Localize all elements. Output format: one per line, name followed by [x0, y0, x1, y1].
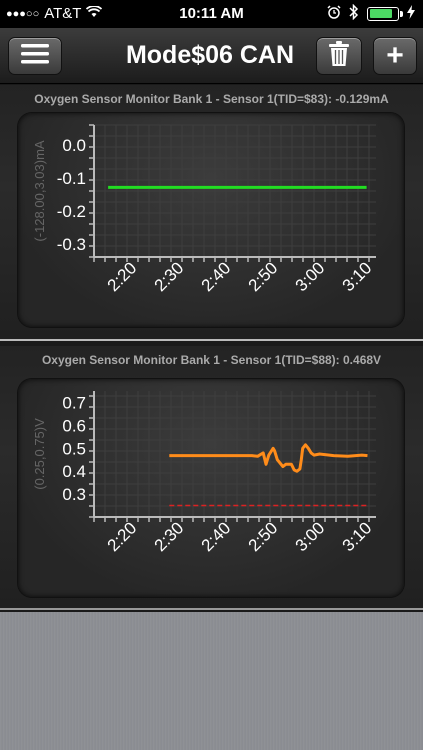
menu-button[interactable] — [8, 37, 62, 75]
delete-button[interactable] — [316, 37, 362, 75]
y-axis-label: (0.25,0.75)V — [32, 418, 47, 490]
add-button[interactable]: + — [373, 37, 417, 75]
chart-1: 0.0 -0.1 -0.2 -0.3 2:20 2:30 2:40 2:50 3:00 3:10 (… — [32, 124, 376, 295]
x-tick-label: 3:00 — [292, 258, 329, 295]
x-tick-label: 2:40 — [198, 258, 235, 295]
bluetooth-icon — [349, 3, 359, 23]
x-tick-label: 3:00 — [292, 518, 329, 555]
chart-2-title: Oxygen Sensor Monitor Bank 1 - Sensor 1(… — [41, 353, 382, 367]
y-tick-label: -0.2 — [57, 202, 86, 221]
status-icons — [327, 3, 415, 23]
chart-2: 0.7 0.6 0.5 0.4 0.3 2:20 2:30 2:40 2:50 3:00 3:10 (… — [32, 391, 376, 555]
x-tick-label: 3:10 — [339, 258, 376, 295]
y-tick-label: 0.6 — [62, 416, 86, 435]
y-tick-label: -0.1 — [57, 169, 86, 188]
chart-grid — [93, 391, 376, 518]
charging-icon — [407, 5, 415, 22]
x-tick-label: 2:20 — [104, 258, 141, 295]
chart-grid — [93, 124, 376, 258]
x-tick-label: 2:30 — [151, 258, 188, 295]
trash-icon — [329, 40, 349, 72]
nav-bar: Mode$06 CAN + — [0, 28, 423, 84]
battery-fill — [369, 9, 393, 18]
x-tick-label: 2:20 — [104, 518, 141, 555]
status-bar: ●●●○○ AT&T 10:11 AM — [0, 0, 423, 28]
x-tick-label: 2:30 — [151, 518, 188, 555]
chart-1-title: Oxygen Sensor Monitor Bank 1 - Sensor 1(… — [34, 92, 389, 106]
page-title: Mode$06 CAN — [125, 41, 295, 69]
empty-background — [0, 612, 423, 750]
y-tick-label: 0.7 — [62, 393, 86, 412]
x-tick-label: 2:40 — [198, 518, 235, 555]
chart-2-frame: 0.7 0.6 0.5 0.4 0.3 2:20 2:30 2:40 2:50 3:00 3:10 (… — [18, 379, 404, 597]
chart-1-frame: 0.0 -0.1 -0.2 -0.3 2:20 2:30 2:40 2:50 3:00 3:10 (… — [18, 113, 404, 327]
y-tick-label: 0.4 — [62, 462, 86, 481]
chart-panel-2: Oxygen Sensor Monitor Bank 1 - Sensor 1(… — [0, 346, 423, 610]
series-line — [169, 443, 368, 473]
x-tick-label: 2:50 — [245, 258, 282, 295]
alarm-icon — [327, 5, 341, 22]
hamburger-icon — [21, 43, 49, 70]
y-tick-label: -0.3 — [57, 235, 86, 254]
x-tick-label: 2:50 — [245, 518, 282, 555]
y-tick-label: 0.3 — [62, 485, 86, 504]
y-tick-label: 0.0 — [62, 136, 86, 155]
chart-panel-1: Oxygen Sensor Monitor Bank 1 - Sensor 1(… — [0, 85, 423, 341]
y-tick-label: 0.5 — [62, 439, 86, 458]
battery-icon — [367, 6, 403, 21]
x-tick-label: 3:10 — [339, 518, 376, 555]
y-axis-label: (-128.00,3.03)mA — [32, 140, 47, 241]
